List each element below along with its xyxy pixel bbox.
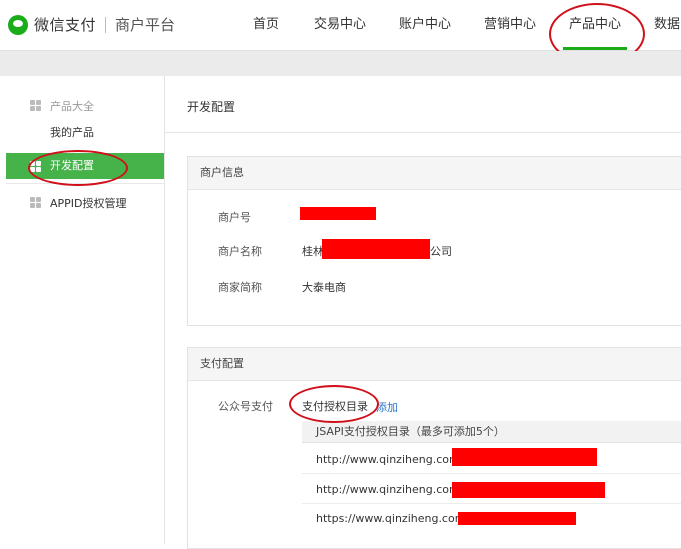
pay-config-panel: 支付配置 公众号支付 支付授权目录 添加 JSAPI支付授权目录（最多可添加5个… <box>187 347 681 549</box>
sidebar-item-appid-auth[interactable]: APPID授权管理 <box>50 195 127 211</box>
redaction-url-path <box>452 482 605 498</box>
nav-home[interactable]: 首页 <box>253 0 279 50</box>
merchant-info-title: 商户信息 <box>188 157 681 190</box>
redaction-merchant-id <box>300 207 376 220</box>
sidebar-item-my-products[interactable]: 我的产品 <box>50 124 94 140</box>
brand-name: 微信支付 <box>34 16 97 34</box>
sidebar-item-label: 开发配置 <box>50 159 94 172</box>
grid-icon <box>30 161 41 172</box>
redaction-url-path <box>452 448 597 466</box>
add-dir-link[interactable]: 添加 <box>376 399 398 415</box>
table-row: http://www.qinziheng.com <box>302 444 681 474</box>
merchant-short-name-value: 大泰电商 <box>302 281 346 294</box>
redaction-url-path <box>458 512 576 525</box>
merchant-short-name-label: 商家简称 <box>218 281 262 294</box>
sidebar-group-label: 产品大全 <box>50 100 94 113</box>
header-gap-bar <box>0 51 681 76</box>
wechat-pay-logo-icon <box>8 14 28 35</box>
redaction-merchant-name <box>322 239 430 259</box>
merchant-name-label: 商户名称 <box>218 245 262 258</box>
sidebar-item-dev-config[interactable]: 开发配置 <box>6 153 164 179</box>
brand-subtitle: 商户平台 <box>115 16 176 34</box>
main-content: 开发配置 商户信息 商户号 商户名称 桂林 公司 商家简称 大泰电商 支付配置 … <box>165 76 681 549</box>
nav-marketing-center[interactable]: 营销中心 <box>484 0 536 50</box>
grid-icon <box>30 100 41 111</box>
nav-trade-center[interactable]: 交易中心 <box>314 0 366 50</box>
table-row: https://www.qinziheng.com <box>302 504 681 533</box>
title-divider <box>165 132 681 133</box>
sidebar: 产品大全 我的产品 开发配置 APPID授权管理 <box>6 76 165 544</box>
url-prefix: http://www.qinziheng.com <box>316 453 460 466</box>
pay-config-title: 支付配置 <box>188 348 681 381</box>
official-account-pay-label: 公众号支付 <box>218 400 273 413</box>
brand-logo[interactable]: 微信支付 商户平台 <box>8 14 175 35</box>
sidebar-divider <box>6 183 164 184</box>
jsapi-table-header: JSAPI支付授权目录（最多可添加5个） <box>302 421 681 443</box>
merchant-id-label: 商户号 <box>218 211 251 224</box>
nav-account-center[interactable]: 账户中心 <box>399 0 451 50</box>
grid-icon <box>30 197 41 208</box>
auth-dir-tab[interactable]: 支付授权目录 <box>302 398 368 414</box>
nav-data-center[interactable]: 数据中心 <box>654 0 681 50</box>
merchant-info-panel: 商户信息 商户号 商户名称 桂林 公司 商家简称 大泰电商 <box>187 156 681 326</box>
merchant-name-suffix: 公司 <box>430 245 452 258</box>
nav-product-center[interactable]: 产品中心 <box>562 0 628 50</box>
table-row: http://www.qinziheng.com <box>302 474 681 504</box>
top-nav-bar: 微信支付 商户平台 首页 交易中心 账户中心 营销中心 产品中心 数据中心 <box>0 0 681 51</box>
url-prefix: http://www.qinziheng.com <box>316 483 460 496</box>
url-prefix: https://www.qinziheng.com <box>316 512 466 525</box>
page-title: 开发配置 <box>187 100 236 114</box>
brand-divider <box>105 16 107 33</box>
merchant-name-prefix: 桂林 <box>302 245 324 258</box>
